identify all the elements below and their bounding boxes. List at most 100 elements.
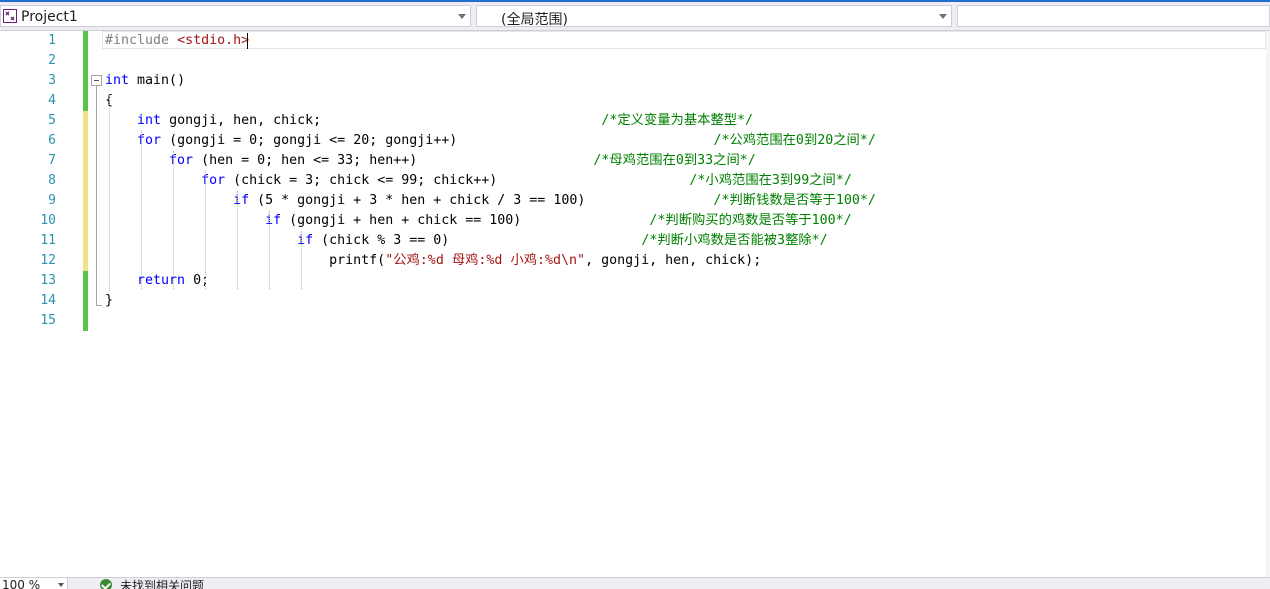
change-marker bbox=[83, 91, 88, 111]
line-number-gutter: 1 2 3 4 5 6 7 8 9 10 11 12 13 14 15 bbox=[0, 31, 82, 578]
zoom-level: 100 % bbox=[2, 578, 41, 589]
indent-guide bbox=[237, 191, 238, 289]
line-number: 5 bbox=[48, 113, 56, 128]
code-line: if (5 * gongji + 3 * hen + chick / 3 == … bbox=[105, 191, 876, 211]
line-number: 2 bbox=[48, 53, 56, 68]
project-dropdown[interactable]: Project1 bbox=[0, 5, 471, 27]
code-token: /*判断购买的鸡数是否等于100*/ bbox=[521, 213, 852, 228]
change-marker bbox=[83, 111, 88, 131]
code-line: return 0; bbox=[105, 271, 209, 291]
code-token: /*公鸡范围在0到20之间*/ bbox=[457, 133, 876, 148]
code-token: (chick = 3; chick <= 99; chick++) bbox=[225, 173, 498, 188]
change-marker bbox=[83, 251, 88, 271]
change-marker bbox=[83, 231, 88, 251]
line-number: 12 bbox=[40, 253, 56, 268]
zoom-dropdown[interactable]: 100 % bbox=[0, 578, 68, 589]
line-number: 3 bbox=[48, 73, 56, 88]
code-token: , gongji, hen, chick); bbox=[585, 253, 762, 268]
line-number: 9 bbox=[48, 193, 56, 208]
indent-guide bbox=[109, 95, 110, 291]
code-token: <stdio.h> bbox=[177, 33, 250, 48]
code-token: /*小鸡范围在3到99之间*/ bbox=[497, 173, 852, 188]
vertical-scrollbar[interactable] bbox=[1266, 31, 1270, 578]
text-caret bbox=[247, 33, 248, 49]
line-number: 11 bbox=[40, 233, 56, 248]
scope-dropdown[interactable]: (全局范围) bbox=[476, 5, 952, 28]
editor-status-bar: 100 % 未找到相关问题 bbox=[0, 577, 1270, 589]
change-marker bbox=[83, 211, 88, 231]
line-number: 8 bbox=[48, 173, 56, 188]
code-token: (hen = 0; hen <= 33; hen++) bbox=[193, 153, 418, 168]
outline-end bbox=[96, 305, 102, 306]
code-token: (gongji = 0; gongji <= 20; gongji++) bbox=[161, 133, 458, 148]
code-line: int main() bbox=[105, 71, 185, 91]
code-token: return bbox=[137, 273, 186, 288]
navigation-bar: Project1 (全局范围) bbox=[0, 2, 1270, 31]
change-marker bbox=[83, 171, 88, 191]
indent-guide bbox=[269, 211, 270, 289]
line-number: 14 bbox=[40, 293, 56, 308]
change-marker bbox=[83, 291, 88, 311]
code-token: } bbox=[105, 293, 114, 308]
line-number: 10 bbox=[40, 213, 56, 228]
line-number: 15 bbox=[40, 313, 56, 328]
code-token: /*定义变量为基本整型*/ bbox=[321, 113, 754, 128]
code-token: (gongji + hen + chick == 100) bbox=[281, 213, 522, 228]
scope-label: (全局范围) bbox=[501, 12, 568, 28]
code-token: int bbox=[105, 73, 130, 88]
code-token: gongji, hen, chick; bbox=[161, 113, 322, 128]
chevron-down-icon bbox=[58, 583, 64, 587]
code-token: printf( bbox=[105, 253, 386, 268]
project-label: Project1 bbox=[21, 9, 78, 25]
code-token: /*母鸡范围在0到33之间*/ bbox=[417, 153, 756, 168]
code-token: /*判断小鸡数是否能被3整除*/ bbox=[449, 233, 828, 248]
code-line: if (chick % 3 == 0) /*判断小鸡数是否能被3整除*/ bbox=[105, 231, 828, 251]
code-token: (5 * gongji + 3 * hen + chick / 3 == 100… bbox=[249, 193, 586, 208]
current-line-highlight bbox=[102, 31, 1266, 49]
code-line: } bbox=[105, 291, 113, 311]
change-marker bbox=[83, 131, 88, 151]
chevron-down-icon bbox=[939, 14, 947, 19]
code-token: "公鸡:%d 母鸡:%d 小鸡:%d\n" bbox=[385, 253, 586, 268]
code-token: if bbox=[233, 193, 250, 208]
code-line: int gongji, hen, chick; /*定义变量为基本整型*/ bbox=[105, 111, 753, 131]
code-line: for (chick = 3; chick <= 99; chick++) /*… bbox=[105, 171, 852, 191]
code-token: if bbox=[265, 213, 282, 228]
outline-line bbox=[96, 86, 97, 305]
code-token: /*判断钱数是否等于100*/ bbox=[585, 193, 876, 208]
line-number: 7 bbox=[48, 153, 56, 168]
change-marker bbox=[83, 151, 88, 171]
code-token: if bbox=[297, 233, 314, 248]
change-marker bbox=[83, 51, 88, 71]
line-number: 6 bbox=[48, 133, 56, 148]
code-token: (chick % 3 == 0) bbox=[313, 233, 450, 248]
member-dropdown[interactable] bbox=[957, 5, 1270, 27]
code-line: for (hen = 0; hen <= 33; hen++) /*母鸡范围在0… bbox=[105, 151, 756, 171]
code-line: if (gongji + hen + chick == 100) /*判断购买的… bbox=[105, 211, 852, 231]
line-number: 4 bbox=[48, 93, 56, 108]
code-line: printf("公鸡:%d 母鸡:%d 小鸡:%d\n", gongji, he… bbox=[105, 251, 761, 271]
chevron-down-icon bbox=[458, 14, 466, 19]
line-number: 1 bbox=[48, 33, 56, 48]
change-marker bbox=[83, 31, 88, 51]
code-token: main() bbox=[129, 73, 186, 88]
indent-guide bbox=[141, 131, 142, 289]
code-token: int bbox=[137, 113, 162, 128]
change-marker bbox=[83, 311, 88, 331]
line-number: 13 bbox=[40, 273, 56, 288]
change-marker bbox=[83, 71, 88, 91]
indent-guide bbox=[205, 171, 206, 289]
change-marker bbox=[83, 271, 88, 291]
project-icon bbox=[3, 9, 17, 23]
issues-status[interactable]: 未找到相关问题 bbox=[120, 578, 204, 589]
collapse-toggle-main[interactable] bbox=[91, 75, 102, 86]
indent-guide bbox=[301, 231, 302, 289]
code-line: #include <stdio.h> bbox=[105, 31, 249, 51]
code-token: #include bbox=[105, 33, 178, 48]
code-line: for (gongji = 0; gongji <= 20; gongji++)… bbox=[105, 131, 876, 151]
indent-guide bbox=[173, 151, 174, 289]
change-marker bbox=[83, 191, 88, 211]
